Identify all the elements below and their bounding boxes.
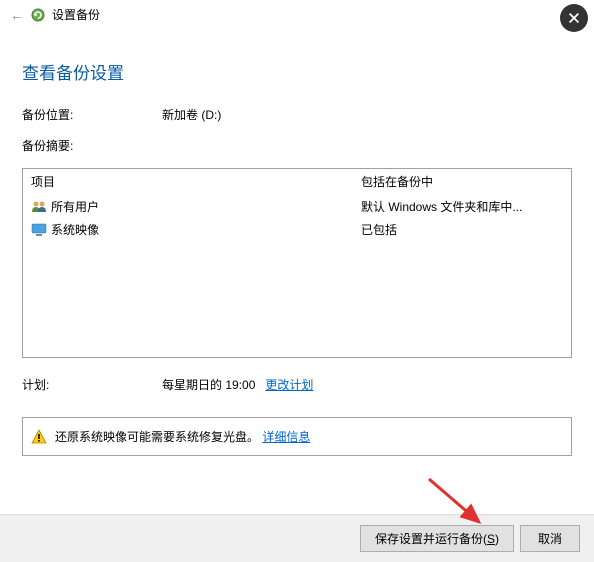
backup-location-value: 新加卷 (D:) — [162, 106, 221, 123]
warning-icon — [31, 429, 47, 445]
table-row: 所有用户 默认 Windows 文件夹和库中... — [23, 195, 571, 218]
warning-details-link[interactable]: 详细信息 — [262, 430, 310, 444]
schedule-value: 每星期日的 19:00 — [162, 378, 255, 392]
backup-summary-label: 备份摘要: — [22, 137, 162, 154]
row-included-value: 已包括 — [361, 221, 563, 238]
table-header-included: 包括在备份中 — [361, 173, 563, 190]
close-button[interactable] — [560, 4, 588, 32]
button-bar: 保存设置并运行备份(S) 取消 — [0, 514, 594, 562]
warning-text-wrapper: 还原系统映像可能需要系统修复光盘。 详细信息 — [55, 428, 310, 445]
table-row: 系统映像 已包括 — [23, 218, 571, 241]
backup-icon — [30, 7, 46, 23]
title-bar: ← 设置备份 — [0, 0, 594, 29]
save-and-run-button[interactable]: 保存设置并运行备份(S) — [360, 525, 514, 552]
summary-table: 项目 包括在备份中 所有用户 默认 Windows 文件夹和库中... — [22, 168, 572, 358]
content-area: 查看备份设置 备份位置: 新加卷 (D:) 备份摘要: 项目 包括在备份中 — [0, 29, 594, 456]
row-included-value: 默认 Windows 文件夹和库中... — [361, 198, 563, 215]
table-header: 项目 包括在备份中 — [23, 169, 571, 195]
back-chevron-icon: ← — [10, 7, 24, 23]
backup-location-label: 备份位置: — [22, 106, 162, 123]
table-header-item: 项目 — [31, 173, 361, 190]
page-heading: 查看备份设置 — [22, 59, 572, 84]
warning-text: 还原系统映像可能需要系统修复光盘。 — [55, 430, 259, 444]
schedule-row: 计划: 每星期日的 19:00 更改计划 — [22, 376, 572, 393]
cancel-button[interactable]: 取消 — [520, 525, 580, 552]
schedule-label: 计划: — [22, 376, 162, 393]
warning-box: 还原系统映像可能需要系统修复光盘。 详细信息 — [22, 417, 572, 456]
window-title: 设置备份 — [52, 6, 100, 23]
monitor-icon — [31, 222, 47, 238]
backup-summary-row: 备份摘要: — [22, 137, 572, 154]
row-item-label: 所有用户 — [51, 198, 99, 215]
users-icon — [31, 199, 47, 215]
backup-location-row: 备份位置: 新加卷 (D:) — [22, 106, 572, 123]
change-schedule-link[interactable]: 更改计划 — [265, 378, 313, 392]
row-item-label: 系统映像 — [51, 221, 99, 238]
